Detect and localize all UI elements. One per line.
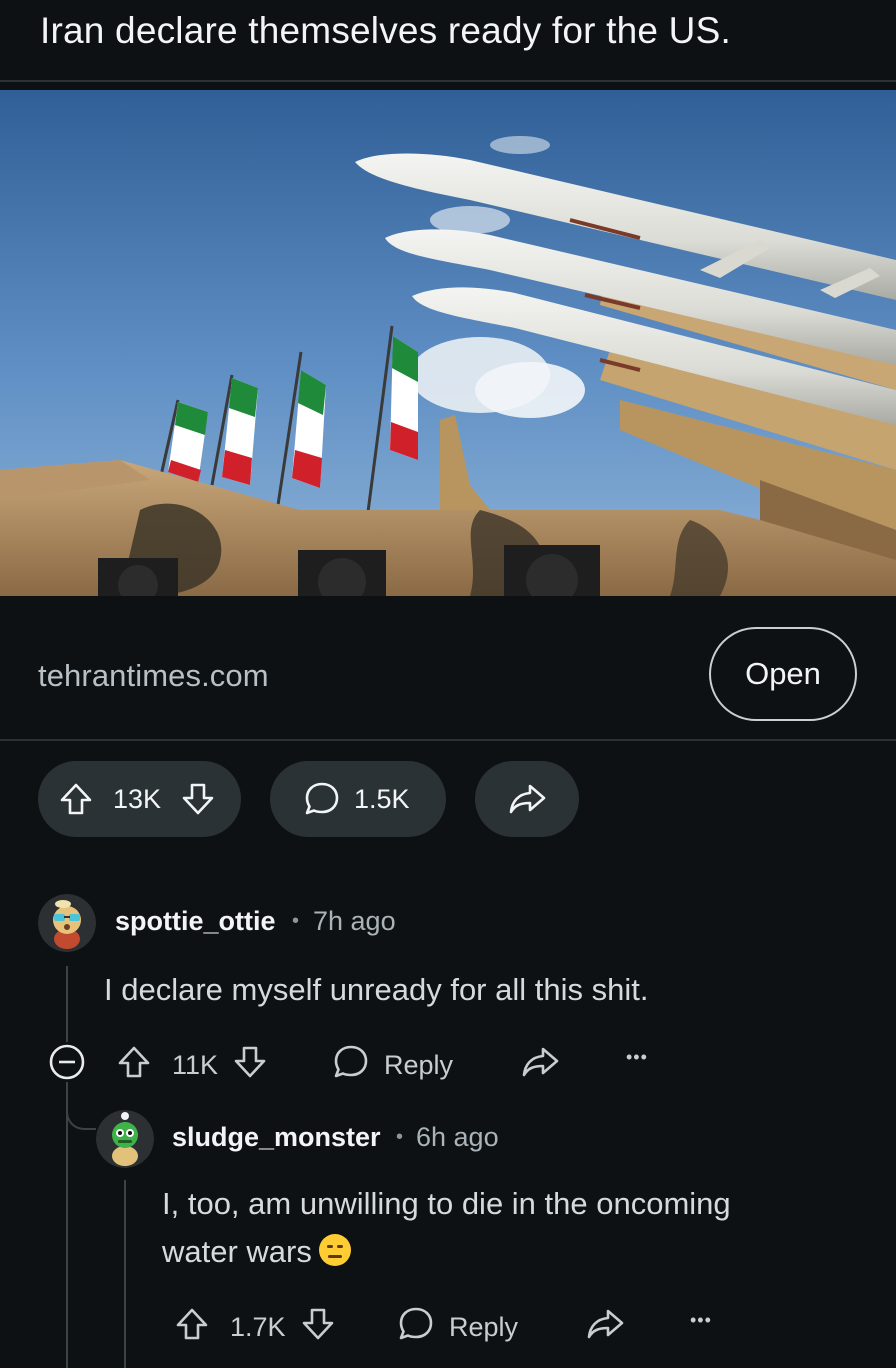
comment-body-text: water wars [162, 1234, 312, 1269]
upvote-count: 13K [113, 783, 162, 814]
comment-author[interactable]: sludge_monster [172, 1122, 381, 1153]
divider [0, 739, 896, 741]
comment-vote: 1.7K [174, 1306, 336, 1349]
separator-dot: • [396, 1126, 404, 1148]
downvote-icon[interactable] [180, 781, 216, 817]
share-button[interactable] [520, 1044, 560, 1087]
reply-button[interactable]: Reply [397, 1305, 518, 1350]
downvote-icon[interactable] [232, 1044, 268, 1087]
reply-label: Reply [384, 1050, 454, 1080]
share-icon [585, 1306, 625, 1349]
comment-count: 1.5K [354, 783, 410, 814]
comment-body: I declare myself unready for all this sh… [104, 972, 649, 1007]
upvote-icon[interactable] [58, 781, 94, 817]
comment-body: I, too, am unwilling to die in the oncom… [162, 1180, 731, 1276]
collapse-icon [49, 1044, 85, 1080]
post-title[interactable]: Iran declare themselves ready for the US… [40, 10, 731, 52]
otter-avatar-icon [38, 894, 96, 952]
comments-button[interactable]: 1.5K [270, 761, 446, 837]
separator-dot: • [292, 910, 300, 932]
more-button[interactable]: ••• [690, 1310, 712, 1331]
more-icon: ••• [690, 1310, 712, 1330]
reply-button[interactable]: Reply [332, 1043, 453, 1088]
link-preview-bar: tehrantimes.com Open [0, 606, 896, 740]
collapse-button[interactable] [48, 1043, 86, 1081]
comment-vote: 11K [116, 1044, 268, 1087]
comment-bubble-icon [332, 1043, 370, 1088]
divider [0, 80, 896, 82]
neutral-face-emoji [318, 1233, 352, 1267]
upvote-icon[interactable] [116, 1044, 152, 1087]
comment-author[interactable]: spottie_ottie [115, 906, 276, 937]
vote-pill: 13K [38, 761, 241, 837]
comment-body-line: I, too, am unwilling to die in the oncom… [162, 1186, 731, 1221]
comment-body-line: water wars [162, 1228, 731, 1276]
comment-age: 6h ago [416, 1122, 499, 1152]
more-button[interactable]: ••• [626, 1047, 648, 1068]
share-icon [507, 781, 547, 817]
avatar[interactable] [38, 894, 96, 952]
comment-bubble-icon [397, 1305, 435, 1350]
missile-launcher-illustration [0, 90, 896, 596]
open-link-button[interactable]: Open [709, 627, 857, 721]
reply-label: Reply [449, 1312, 519, 1342]
share-icon [520, 1044, 560, 1087]
monster-avatar-icon [96, 1110, 154, 1168]
thread-line[interactable] [124, 1180, 126, 1368]
more-icon: ••• [626, 1047, 648, 1067]
upvote-icon[interactable] [174, 1306, 210, 1349]
reply-connector [66, 1100, 96, 1130]
link-domain[interactable]: tehrantimes.com [38, 658, 269, 694]
comment-score: 1.7K [230, 1312, 286, 1342]
comment-age: 7h ago [313, 906, 396, 936]
comment-score: 11K [172, 1050, 219, 1080]
post-image[interactable] [0, 90, 896, 596]
thread-line[interactable] [66, 1082, 68, 1368]
post-header: Iran declare themselves ready for the US… [0, 0, 896, 82]
comment-bubble-icon [303, 780, 341, 818]
downvote-icon[interactable] [300, 1306, 336, 1349]
share-button[interactable] [475, 761, 579, 837]
thread-line[interactable] [66, 966, 68, 1042]
avatar[interactable] [96, 1110, 154, 1168]
share-button[interactable] [585, 1306, 625, 1349]
